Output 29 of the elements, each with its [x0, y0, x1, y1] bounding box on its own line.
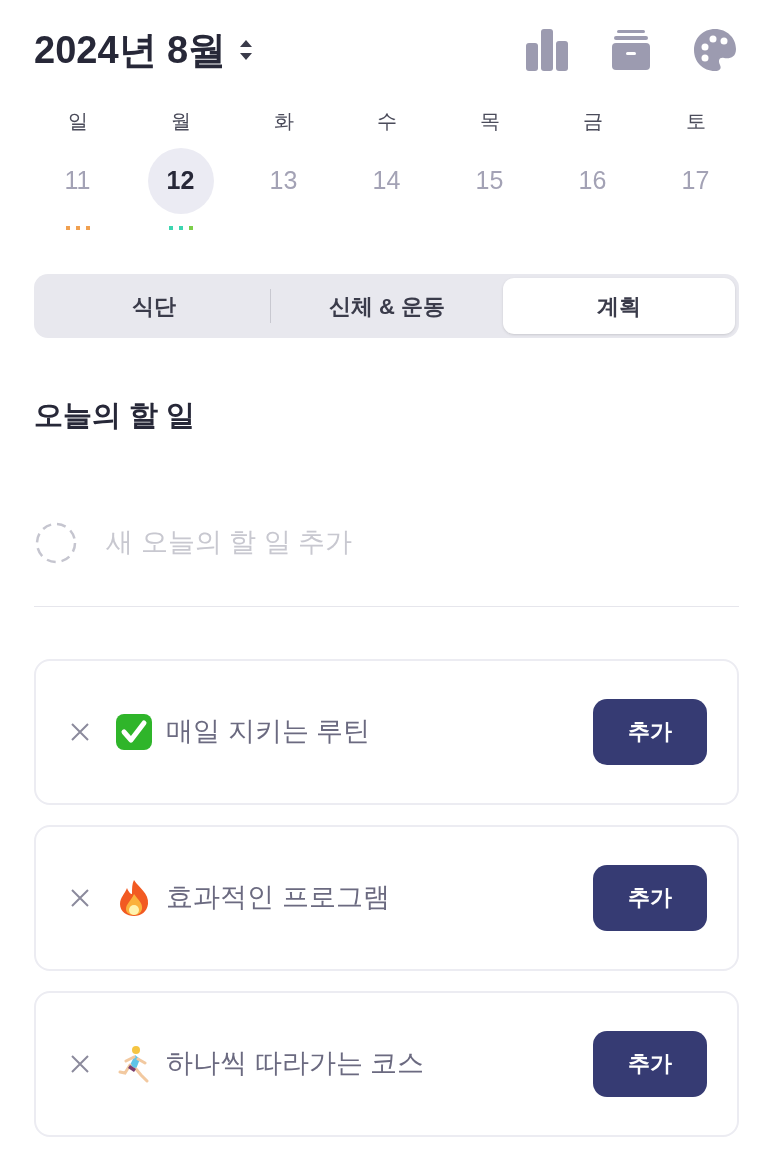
close-icon[interactable] — [70, 887, 90, 908]
weekday-label: 금 — [582, 109, 603, 134]
add-button[interactable]: 추가 — [593, 698, 707, 765]
check-mark-icon — [115, 712, 153, 751]
suggestion-label: 하나씩 따라가는 코스 — [166, 1047, 425, 1081]
add-button[interactable]: 추가 — [593, 864, 707, 931]
weekday-label: 목 — [479, 109, 500, 134]
add-button[interactable]: 추가 — [593, 1030, 707, 1097]
month-title: 2024년 8월 — [34, 27, 227, 73]
weekday-label: 화 — [273, 109, 294, 134]
bar-chart-icon[interactable] — [525, 28, 569, 72]
close-icon[interactable] — [70, 1053, 90, 1074]
fire-icon — [117, 878, 151, 917]
date-button[interactable]: 12 — [147, 148, 214, 214]
suggestion-label: 효과적인 프로그램 — [166, 881, 391, 915]
tab[interactable]: 식단 — [38, 278, 271, 334]
suggestion-label: 매일 지키는 루틴 — [166, 715, 371, 749]
tab[interactable]: 신체 & 운동 — [271, 278, 503, 334]
tab[interactable]: 계획 — [502, 278, 735, 334]
section-title: 오늘의 할 일 — [34, 398, 197, 433]
weekday-label: 월 — [170, 109, 191, 134]
weekday-label: 일 — [67, 109, 88, 134]
archive-box-icon[interactable] — [611, 29, 651, 71]
palette-icon[interactable] — [693, 28, 737, 72]
weekday-label: 수 — [376, 109, 397, 134]
weekday-label: 토 — [685, 109, 706, 134]
close-icon[interactable] — [70, 721, 90, 742]
runner-icon — [117, 1044, 151, 1083]
dashed-circle-icon — [34, 520, 78, 565]
